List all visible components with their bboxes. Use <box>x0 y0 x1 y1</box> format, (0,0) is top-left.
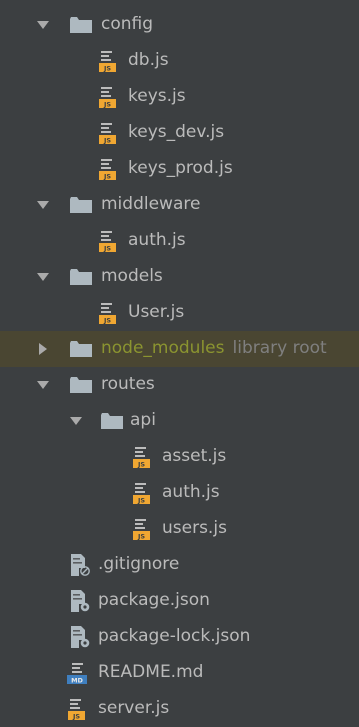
js-file-icon: JS <box>99 122 119 145</box>
tree-file-auth-js[interactable]: JS auth.js <box>0 223 359 259</box>
chevron-down-icon[interactable] <box>36 198 50 212</box>
svg-text:JS: JS <box>103 137 111 145</box>
js-file-icon: JS <box>99 158 119 181</box>
tree-item-label: keys_prod.js <box>128 158 233 179</box>
tree-item-label: keys_dev.js <box>128 122 225 143</box>
tree-file-users-js[interactable]: JS users.js <box>0 511 359 547</box>
node-modules-name: node_modules <box>101 338 225 359</box>
js-file-icon: JS <box>99 302 119 325</box>
tree-item-label: User.js <box>128 302 185 323</box>
chevron-down-icon[interactable] <box>36 18 50 32</box>
svg-text:JS: JS <box>103 65 111 73</box>
tree-file-server-js[interactable]: JS server.js <box>0 691 359 727</box>
svg-text:JS: JS <box>103 245 111 253</box>
markdown-file-icon: MD <box>67 662 87 685</box>
svg-text:JS: JS <box>72 713 80 721</box>
js-file-icon: JS <box>99 230 119 253</box>
tree-folder-middleware[interactable]: middleware <box>0 187 359 223</box>
tree-item-label: auth.js <box>162 482 220 503</box>
tree-file-keys-prod-js[interactable]: JS keys_prod.js <box>0 151 359 187</box>
tree-item-label: node_modules library root <box>101 340 327 357</box>
tree-item-label: keys.js <box>128 86 186 107</box>
tree-item-label: api <box>130 410 156 431</box>
tree-folder-node-modules[interactable]: node_modules library root <box>0 331 359 367</box>
tree-file-readme-md[interactable]: MD README.md <box>0 655 359 691</box>
tree-folder-routes[interactable]: routes <box>0 367 359 403</box>
svg-text:JS: JS <box>103 317 111 325</box>
tree-item-label: package-lock.json <box>98 626 251 647</box>
svg-text:JS: JS <box>137 533 145 541</box>
folder-icon <box>70 377 92 393</box>
tree-folder-api[interactable]: api <box>0 403 359 439</box>
svg-text:JS: JS <box>103 173 111 181</box>
folder-icon <box>70 341 92 357</box>
tree-file-package-lock-json[interactable]: package-lock.json <box>0 619 359 655</box>
svg-text:JS: JS <box>137 461 145 469</box>
chevron-right-icon[interactable] <box>36 342 50 356</box>
tree-file-asset-js[interactable]: JS asset.js <box>0 439 359 475</box>
chevron-down-icon[interactable] <box>36 270 50 284</box>
folder-icon <box>70 269 92 285</box>
tree-item-label: routes <box>101 374 155 395</box>
tree-item-label: models <box>101 266 163 287</box>
chevron-down-icon[interactable] <box>69 414 83 428</box>
js-file-icon: JS <box>68 698 88 721</box>
tree-folder-models[interactable]: models <box>0 259 359 295</box>
json-file-icon <box>70 626 90 648</box>
js-file-icon: JS <box>99 86 119 109</box>
tree-item-label: asset.js <box>162 446 227 467</box>
tree-item-label: auth.js <box>128 230 186 251</box>
tree-item-label: package.json <box>98 590 210 611</box>
tree-item-label: middleware <box>101 194 201 215</box>
folder-icon <box>70 197 92 213</box>
tree-item-label: db.js <box>128 50 169 71</box>
svg-text:JS: JS <box>137 497 145 505</box>
js-file-icon: JS <box>133 518 153 541</box>
project-tree: config JS db.js JS keys.js JS keys_dev.j… <box>0 7 359 727</box>
tree-file-user-js[interactable]: JS User.js <box>0 295 359 331</box>
json-file-icon <box>70 590 90 612</box>
library-root-label: library root <box>232 338 327 359</box>
tree-file-api-auth-js[interactable]: JS auth.js <box>0 475 359 511</box>
tree-item-label: .gitignore <box>98 554 180 575</box>
tree-file-keys-js[interactable]: JS keys.js <box>0 79 359 115</box>
svg-text:JS: JS <box>103 101 111 109</box>
chevron-down-icon[interactable] <box>36 378 50 392</box>
gitignore-file-icon <box>70 554 90 576</box>
folder-icon <box>70 17 92 33</box>
folder-icon <box>101 413 123 429</box>
js-file-icon: JS <box>99 50 119 73</box>
js-file-icon: JS <box>133 482 153 505</box>
tree-file-db-js[interactable]: JS db.js <box>0 43 359 79</box>
tree-item-label: README.md <box>98 662 204 683</box>
js-file-icon: JS <box>133 446 153 469</box>
tree-item-label: users.js <box>162 518 227 539</box>
tree-file-keys-dev-js[interactable]: JS keys_dev.js <box>0 115 359 151</box>
svg-text:MD: MD <box>71 677 83 685</box>
tree-file-package-json[interactable]: package.json <box>0 583 359 619</box>
tree-file-gitignore[interactable]: .gitignore <box>0 547 359 583</box>
tree-item-label: config <box>101 14 154 35</box>
tree-folder-config[interactable]: config <box>0 7 359 43</box>
